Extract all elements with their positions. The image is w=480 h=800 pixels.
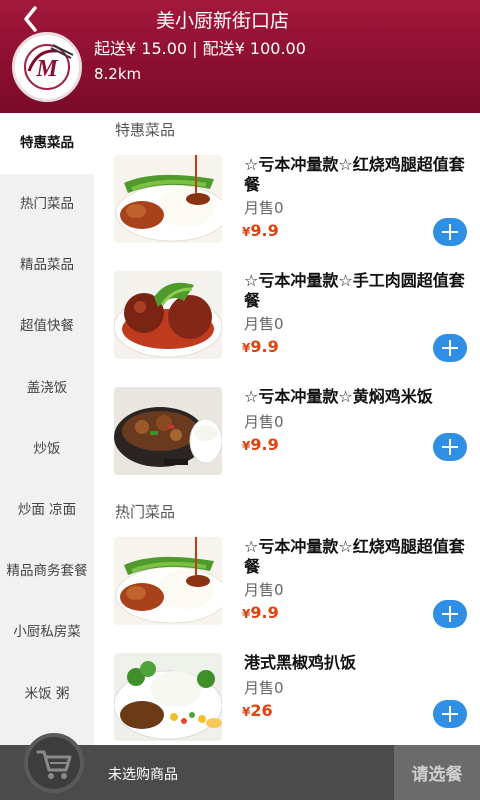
add-to-cart-button[interactable] [433, 600, 467, 628]
menu-list: 特惠菜品 ☆亏本冲量款☆红烧鸡腿超值套餐 月售0 ¥9.9 ☆亏本冲量款☆手工肉… [94, 113, 480, 745]
monthly-sales: 月售0 [244, 199, 284, 217]
dish-photo [114, 653, 222, 741]
price-value: 9.9 [250, 435, 279, 454]
cart-bar: 未选购商品 请选餐 [0, 733, 480, 800]
sidebar-item-盖浇饭[interactable]: 盖浇饭 [0, 358, 94, 419]
dish-name: ☆亏本冲量款☆手工肉圆超值套餐 [244, 271, 465, 310]
cart-button[interactable] [24, 733, 84, 793]
dish-name: ☆亏本冲量款☆黄焖鸡米饭 [244, 387, 433, 406]
store-distance: 8.2km [94, 65, 142, 83]
price-value: 9.9 [250, 221, 279, 240]
sidebar-item-精品菜品[interactable]: 精品菜品 [0, 235, 94, 296]
monthly-sales: 月售0 [244, 413, 284, 431]
dish-photo [114, 537, 222, 625]
add-to-cart-button[interactable] [433, 334, 467, 362]
cart-empty-message: 未选购商品 [108, 767, 178, 783]
price-value: 9.9 [250, 337, 279, 356]
sidebar-item-超值快餐[interactable]: 超值快餐 [0, 296, 94, 357]
shopping-cart-icon [36, 750, 72, 779]
sidebar-item-小厨私房菜[interactable]: 小厨私房菜 [0, 602, 94, 663]
monthly-sales: 月售0 [244, 315, 284, 333]
sidebar-item-精品商务套餐[interactable]: 精品商务套餐 [0, 541, 94, 602]
menu-item[interactable]: ☆亏本冲量款☆黄焖鸡米饭 月售0 ¥9.9 [94, 377, 480, 495]
add-to-cart-button[interactable] [433, 700, 467, 728]
dish-price: ¥9.9 [242, 221, 279, 240]
back-button[interactable] [16, 4, 46, 34]
checkout-button[interactable]: 请选餐 [394, 745, 480, 800]
sidebar-item-米饭粥[interactable]: 米饭 粥 [0, 664, 94, 725]
dish-price: ¥9.9 [242, 435, 279, 454]
dish-photo [114, 271, 222, 359]
monthly-sales: 月售0 [244, 679, 284, 697]
dish-photo [114, 387, 222, 475]
sidebar-item-热门菜品[interactable]: 热门菜品 [0, 174, 94, 235]
add-to-cart-button[interactable] [433, 218, 467, 246]
sidebar-item-炒面凉面[interactable]: 炒面 凉面 [0, 480, 94, 541]
dish-price: ¥9.9 [242, 337, 279, 356]
sidebar-item-特惠菜品[interactable]: 特惠菜品 [0, 113, 94, 174]
add-to-cart-button[interactable] [433, 433, 467, 461]
section-title: 特惠菜品 [115, 121, 176, 139]
section-title: 热门菜品 [115, 503, 176, 521]
dish-price: ¥9.9 [242, 603, 279, 622]
menu-item[interactable]: ☆亏本冲量款☆红烧鸡腿超值套餐 月售0 ¥9.9 [94, 527, 480, 643]
store-header: M 美小厨新街口店 起送¥ 15.00 | 配送¥ 100.00 8.2km [0, 0, 480, 113]
delivery-fees: 起送¥ 15.00 | 配送¥ 100.00 [94, 39, 306, 58]
monthly-sales: 月售0 [244, 581, 284, 599]
dish-photo [114, 155, 222, 243]
store-logo-mark: M [35, 56, 59, 82]
store-name: 美小厨新街口店 [156, 10, 290, 32]
dish-name: 港式黑椒鸡扒饭 [244, 653, 357, 672]
dish-name: ☆亏本冲量款☆红烧鸡腿超值套餐 [244, 155, 465, 194]
category-sidebar: 特惠菜品 热门菜品 精品菜品 超值快餐 盖浇饭 炒饭 炒面 凉面 精品商务套餐 … [0, 113, 94, 745]
menu-item[interactable]: ☆亏本冲量款☆红烧鸡腿超值套餐 月售0 ¥9.9 [94, 145, 480, 261]
price-value: 26 [250, 701, 273, 720]
sidebar-item-炒饭[interactable]: 炒饭 [0, 419, 94, 480]
store-logo: M [12, 32, 82, 102]
chevron-left-icon [24, 6, 37, 32]
menu-item[interactable]: ☆亏本冲量款☆手工肉圆超值套餐 月售0 ¥9.9 [94, 261, 480, 377]
price-value: 9.9 [250, 603, 279, 622]
menu-item[interactable]: 港式黑椒鸡扒饭 月售0 ¥26 [94, 643, 480, 745]
dish-name: ☆亏本冲量款☆红烧鸡腿超值套餐 [244, 537, 465, 576]
dish-price: ¥26 [242, 701, 273, 720]
